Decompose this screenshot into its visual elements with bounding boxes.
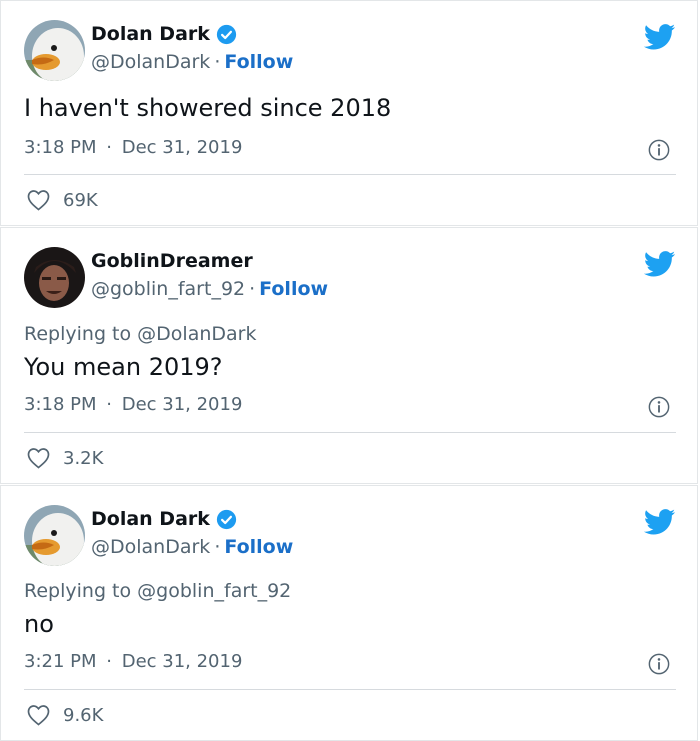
divider bbox=[24, 174, 676, 175]
tweet-time[interactable]: 3:18 PM bbox=[24, 394, 97, 415]
tweet-date[interactable]: Dec 31, 2019 bbox=[122, 651, 243, 672]
tweet-time[interactable]: 3:21 PM bbox=[24, 651, 97, 672]
avatar[interactable] bbox=[24, 20, 85, 81]
tweet-timestamp[interactable]: 3:21 PM · Dec 31, 2019 bbox=[24, 651, 242, 672]
author-name-text[interactable]: GoblinDreamer bbox=[91, 250, 253, 272]
avatar[interactable] bbox=[24, 505, 85, 566]
author-name[interactable]: GoblinDreamer bbox=[91, 250, 253, 272]
handle-row: @DolanDark · Follow bbox=[91, 536, 294, 558]
tweet-time[interactable]: 3:18 PM bbox=[24, 137, 97, 158]
author-name-text[interactable]: Dolan Dark bbox=[91, 508, 210, 530]
replying-to-label: Replying to bbox=[24, 323, 138, 345]
replying-to: Replying to @DolanDark bbox=[24, 323, 256, 345]
info-icon[interactable] bbox=[648, 139, 670, 161]
verified-badge-icon bbox=[216, 509, 237, 529]
author-name[interactable]: Dolan Dark bbox=[91, 508, 237, 530]
follow-button[interactable]: Follow bbox=[259, 278, 328, 300]
info-icon[interactable] bbox=[648, 653, 670, 675]
twitter-bird-icon[interactable] bbox=[644, 24, 676, 50]
reply-mention-link[interactable]: @DolanDark bbox=[137, 323, 256, 345]
tweet-card[interactable]: Dolan Dark @DolanDark · Follow I haven't s… bbox=[0, 0, 698, 226]
author-handle[interactable]: @DolanDark bbox=[91, 536, 210, 558]
tweet-date[interactable]: Dec 31, 2019 bbox=[122, 394, 243, 415]
tweet-text: no bbox=[24, 610, 54, 638]
heart-icon[interactable] bbox=[26, 447, 51, 469]
tweet-date[interactable]: Dec 31, 2019 bbox=[122, 137, 243, 158]
tweet-timestamp[interactable]: 3:18 PM · Dec 31, 2019 bbox=[24, 394, 242, 415]
like-count: 9.6K bbox=[63, 704, 104, 726]
follow-button[interactable]: Follow bbox=[224, 536, 293, 558]
verified-badge-icon bbox=[216, 24, 237, 44]
follow-button[interactable]: Follow bbox=[224, 51, 293, 73]
info-icon[interactable] bbox=[648, 396, 670, 418]
handle-row: @goblin_fart_92 · Follow bbox=[91, 278, 329, 300]
author-name-text[interactable]: Dolan Dark bbox=[91, 23, 210, 45]
author-name[interactable]: Dolan Dark bbox=[91, 23, 237, 45]
like-count: 69K bbox=[63, 189, 98, 211]
author-handle[interactable]: @goblin_fart_92 bbox=[91, 278, 245, 300]
author-handle[interactable]: @DolanDark bbox=[91, 51, 210, 73]
divider bbox=[24, 432, 676, 433]
divider bbox=[24, 689, 676, 690]
like-count: 3.2K bbox=[63, 447, 104, 469]
tweet-card[interactable]: Dolan Dark @DolanDark · Follow Replying to… bbox=[0, 485, 698, 741]
tweet-text: You mean 2019? bbox=[24, 353, 223, 381]
heart-icon[interactable] bbox=[26, 704, 51, 726]
handle-row: @DolanDark · Follow bbox=[91, 51, 294, 73]
twitter-bird-icon[interactable] bbox=[644, 509, 676, 535]
tweet-text: I haven't showered since 2018 bbox=[24, 94, 392, 122]
heart-icon[interactable] bbox=[26, 189, 51, 211]
reply-mention-link[interactable]: @goblin_fart_92 bbox=[137, 580, 291, 602]
tweet-card[interactable]: GoblinDreamer @goblin_fart_92 · Follow Rep… bbox=[0, 227, 698, 484]
replying-to-label: Replying to bbox=[24, 580, 138, 602]
like-button[interactable]: 9.6K bbox=[26, 704, 103, 726]
avatar[interactable] bbox=[24, 247, 85, 308]
twitter-bird-icon[interactable] bbox=[644, 251, 676, 277]
like-button[interactable]: 69K bbox=[26, 189, 98, 211]
like-button[interactable]: 3.2K bbox=[26, 447, 103, 469]
tweet-timestamp[interactable]: 3:18 PM · Dec 31, 2019 bbox=[24, 137, 242, 158]
replying-to: Replying to @goblin_fart_92 bbox=[24, 580, 291, 602]
